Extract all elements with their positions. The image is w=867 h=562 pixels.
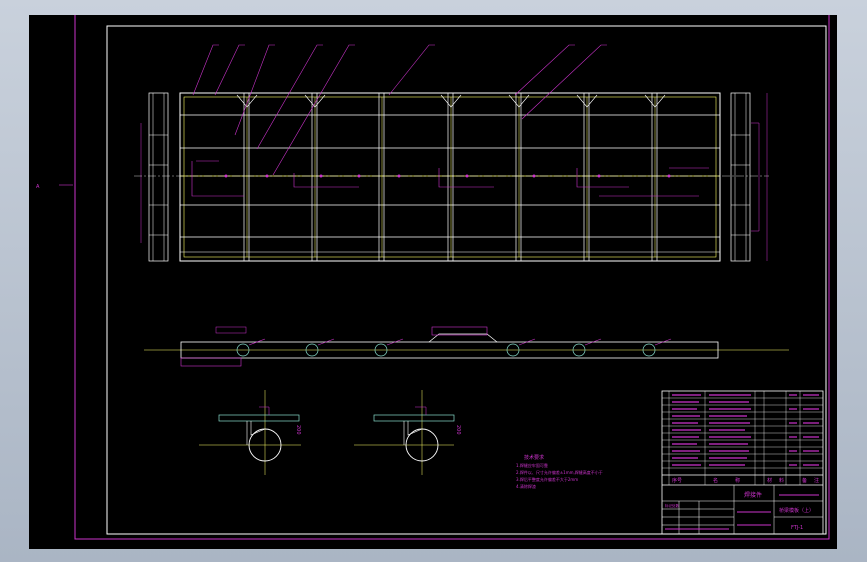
- part-name: 焊接件: [744, 491, 762, 499]
- tech-notes: 技术要求 1.焊缝应牢固可靠 2.焊件以、尺寸允许偏差±1mm,焊缝高度不小于 …: [516, 454, 603, 489]
- title-block: 序号 名 称 材 料 备 注 焊接件 桥梁模板（上） FTJ-1 标记处数: [661, 390, 824, 535]
- bottom-left-label: 标记处数: [665, 503, 679, 508]
- origin-marker: A: [36, 184, 73, 190]
- tech-note-line: 4.清除焊渣: [516, 483, 536, 489]
- tech-notes-heading: 技术要求: [524, 454, 544, 461]
- assembly-name: 桥梁模板（上）: [779, 507, 814, 514]
- left-end-view: [140, 92, 169, 262]
- bom-header-note-b: 注: [814, 477, 819, 484]
- left-marker-label: A: [36, 184, 40, 190]
- bom-header-material-b: 料: [779, 477, 784, 484]
- main-frame-outline: [179, 92, 721, 262]
- right-end-view: [730, 92, 768, 262]
- tech-note-line: 3.焊后平整度允许偏差不大于2mm: [516, 476, 578, 482]
- bom-header-name-a: 名: [713, 477, 718, 484]
- bom-header-note-a: 备: [802, 477, 807, 484]
- sheet-outer-border: [74, 15, 830, 540]
- tech-note-line: 1.焊缝应牢固可靠: [516, 462, 548, 468]
- drawing-number: FTJ-1: [791, 525, 803, 531]
- section-detail-right: 200: [354, 390, 461, 475]
- section-dim-right: 200: [455, 425, 461, 435]
- section-detail-left: 200: [199, 390, 301, 475]
- bom-header-index: 序号: [672, 477, 682, 484]
- side-elevation: [144, 326, 789, 367]
- tech-note-line: 2.焊件以、尺寸允许偏差±1mm,焊缝高度不小于: [516, 469, 603, 475]
- cad-viewport[interactable]: A 200 200 技术要求 1.焊缝应牢固可靠 2.焊件以、尺寸允许偏差±1m…: [29, 15, 837, 549]
- bom-header-name-b: 称: [735, 477, 740, 484]
- bom-header-material-a: 材: [767, 477, 772, 484]
- section-dim-left: 200: [295, 425, 301, 435]
- plan-view: [134, 44, 769, 262]
